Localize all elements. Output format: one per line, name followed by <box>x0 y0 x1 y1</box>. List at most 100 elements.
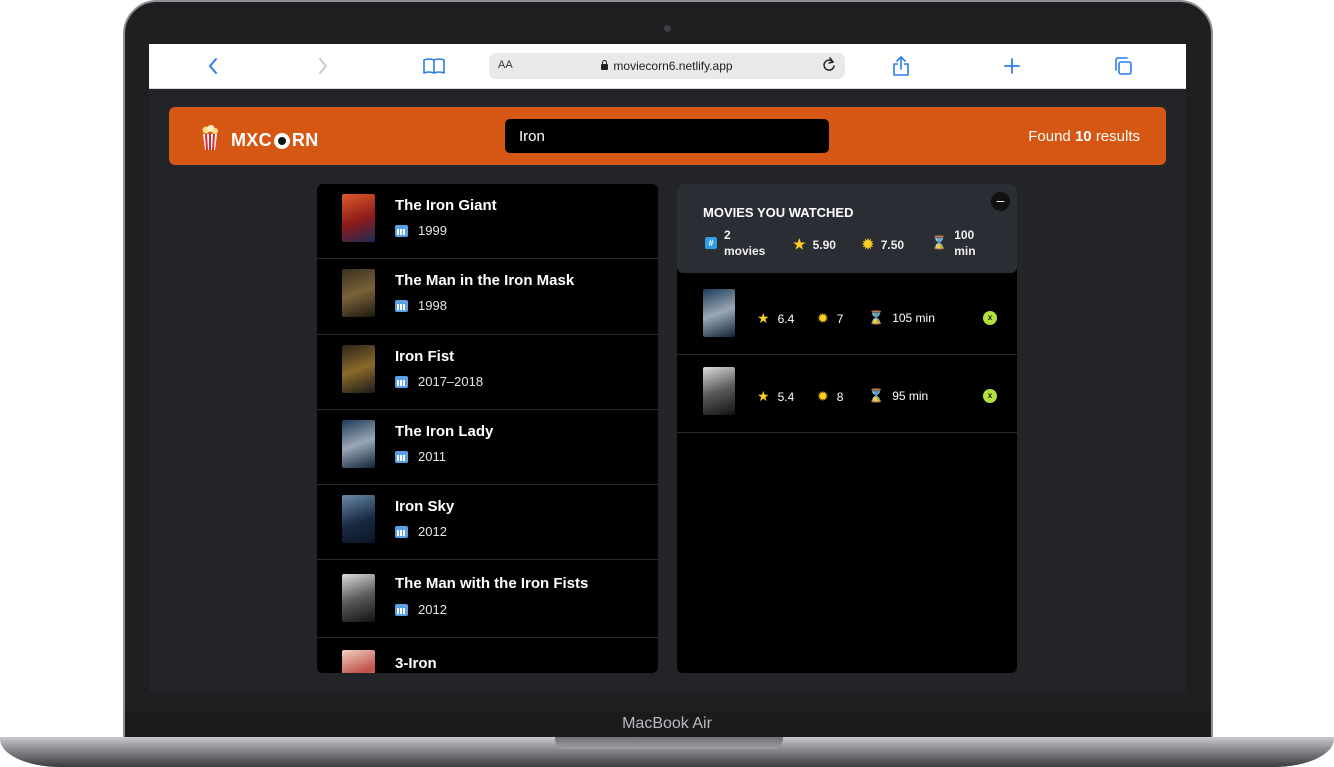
movie-title: The Iron Giant <box>395 197 497 214</box>
lock-icon <box>601 60 609 70</box>
movie-year: 2011 <box>418 449 446 464</box>
imdb-rating: ★ 5.4 <box>757 388 794 405</box>
runtime: ⌛ 105 min <box>868 310 935 326</box>
list-item[interactable]: The Iron Lady 2011 <box>317 410 658 485</box>
movie-year: 1998 <box>418 298 447 313</box>
movie-year-row: 2012 <box>395 602 447 617</box>
remove-button[interactable]: x <box>983 311 997 325</box>
watched-summary: MOVIES YOU WATCHED – # 2 movies ★ 5.90 ✹ 7.… <box>677 184 1017 273</box>
movie-poster <box>342 420 375 468</box>
movie-year-row: 2012 <box>395 524 447 539</box>
avg-runtime-value: 100 <box>954 228 975 242</box>
logo: MXC RN <box>201 125 319 156</box>
url-text: moviecorn6.netlify.app <box>613 59 733 73</box>
watched-row: ★ 6.4 ✹ 7 ⌛ 105 min x <box>677 277 1017 355</box>
movie-year: 2012 <box>418 524 447 539</box>
book-icon[interactable] <box>420 52 448 80</box>
hourglass-icon: ⌛ <box>868 388 885 403</box>
avg-imdb-value: 5.90 <box>812 237 836 252</box>
avg-runtime-unit: min <box>954 244 976 258</box>
movie-title: 3-Iron <box>395 655 437 672</box>
list-item[interactable]: Iron Fist 2017–2018 <box>317 335 658 410</box>
url-text-wrap: moviecorn6.netlify.app <box>489 59 845 73</box>
sun-icon: ✹ <box>862 236 874 252</box>
popcorn-icon <box>201 125 219 156</box>
user-rating: ✹ 7 <box>817 310 843 327</box>
watched-summary-title: MOVIES YOU WATCHED <box>703 205 854 220</box>
watched-count-text: 2 movies <box>724 227 765 259</box>
movie-year-row: 1998 <box>395 298 447 313</box>
browser-toolbar: AA moviecorn6.netlify.app <box>149 44 1186 89</box>
star-icon: ★ <box>757 310 770 326</box>
logo-text-left: MXC <box>231 130 272 150</box>
user-rating: ✹ 8 <box>817 388 843 405</box>
movie-year-row: 1999 <box>395 223 447 238</box>
remove-button[interactable]: x <box>983 389 997 403</box>
runtime-value: 105 min <box>892 311 935 325</box>
imdb-rating: ★ 6.4 <box>757 310 794 327</box>
found-count: 10 <box>1074 128 1092 145</box>
movie-poster <box>342 345 375 393</box>
user-value: 7 <box>836 311 844 326</box>
sun-icon: ✹ <box>817 310 829 326</box>
hash-icon: # <box>705 237 717 249</box>
movie-title: The Man in the Iron Mask <box>395 272 575 289</box>
imdb-value: 5.4 <box>777 389 795 404</box>
movie-title: The Man with the Iron Fists <box>395 575 589 592</box>
calendar-icon <box>395 375 408 388</box>
hourglass-icon: ⌛ <box>931 235 948 250</box>
imdb-value: 6.4 <box>777 311 795 326</box>
share-icon[interactable] <box>887 52 915 80</box>
list-item[interactable]: Iron Sky 2012 <box>317 485 658 560</box>
chevron-right-icon[interactable] <box>309 52 337 80</box>
movie-title: Iron Fist <box>395 348 455 365</box>
watched-count-unit: movies <box>724 244 766 258</box>
screen: AA moviecorn6.netlify.app MXC RN Found 10… <box>149 44 1186 692</box>
movie-poster <box>342 650 375 673</box>
movie-list: The Iron Giant 1999 The Man in the Iron … <box>317 184 658 673</box>
sun-icon: ✹ <box>817 388 829 404</box>
movie-poster <box>342 194 375 242</box>
chevron-left-icon[interactable] <box>199 52 227 80</box>
movie-year-row: 2017–2018 <box>395 374 483 389</box>
list-item[interactable]: The Man in the Iron Mask 1998 <box>317 259 658 335</box>
collapse-button[interactable]: – <box>991 192 1010 211</box>
movie-poster <box>342 574 375 622</box>
calendar-icon <box>395 224 408 237</box>
runtime-value: 95 min <box>892 389 929 403</box>
movie-poster <box>703 367 735 415</box>
movie-poster <box>703 289 735 337</box>
movie-year: 2012 <box>418 602 447 617</box>
eye-icon <box>273 132 290 149</box>
plus-icon[interactable] <box>998 52 1026 80</box>
movie-year: 2017–2018 <box>418 374 484 389</box>
tabs-icon[interactable] <box>1109 52 1137 80</box>
list-item[interactable]: 3-Iron <box>317 638 658 673</box>
found-prefix: Found <box>1028 128 1071 145</box>
results-count: Found 10 results <box>1028 128 1140 145</box>
movie-poster <box>342 495 375 543</box>
camera <box>664 25 671 32</box>
movie-year-row: 2011 <box>395 449 446 464</box>
avg-runtime: ⌛ 100 min <box>931 227 976 259</box>
star-icon: ★ <box>757 388 770 404</box>
hourglass-icon: ⌛ <box>868 310 885 325</box>
list-item[interactable]: The Iron Giant 1999 <box>317 184 658 259</box>
avg-imdb-rating: ★ 5.90 <box>793 236 836 253</box>
search-input[interactable] <box>505 119 829 153</box>
avg-user-value: 7.50 <box>880 237 905 252</box>
movie-title: The Iron Lady <box>395 423 494 440</box>
movie-year: 1999 <box>418 223 447 238</box>
watched-row: ★ 5.4 ✹ 8 ⌛ 95 min x <box>677 355 1017 433</box>
address-bar[interactable]: AA moviecorn6.netlify.app <box>489 53 845 79</box>
laptop-notch <box>555 737 783 749</box>
device-brand-label: MacBook Air <box>622 715 712 732</box>
reload-icon[interactable] <box>821 55 837 78</box>
avg-user-rating: ✹ 7.50 <box>862 236 904 253</box>
logo-text-right: RN <box>291 130 319 150</box>
movie-poster <box>342 269 375 317</box>
calendar-icon <box>395 603 408 616</box>
avg-runtime-text: 100 min <box>954 227 975 259</box>
list-item[interactable]: The Man with the Iron Fists 2012 <box>317 560 658 638</box>
watched-panel: MOVIES YOU WATCHED – # 2 movies ★ 5.90 ✹ 7.… <box>677 184 1017 673</box>
